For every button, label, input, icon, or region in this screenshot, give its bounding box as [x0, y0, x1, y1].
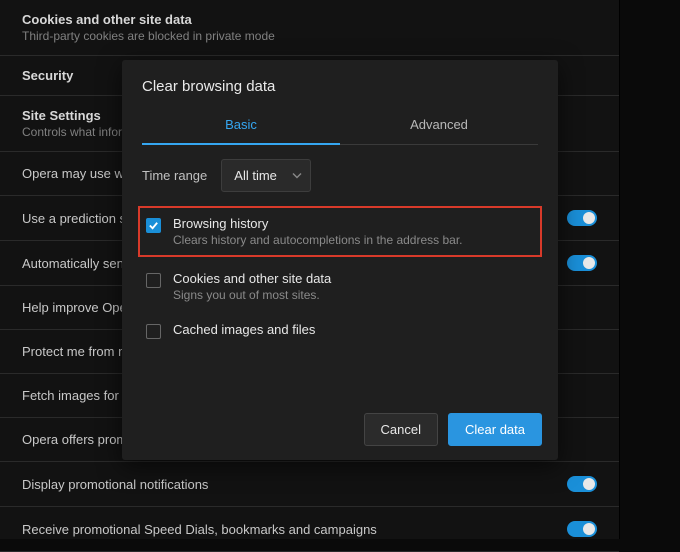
cancel-button[interactable]: Cancel [364, 413, 438, 446]
section-cookies[interactable]: Cookies and other site data Third-party … [0, 0, 619, 56]
dialog-header: Clear browsing data Basic Advanced [122, 60, 558, 145]
option-title: Browsing history [173, 216, 463, 231]
option-description: Clears history and autocompletions in th… [173, 233, 463, 247]
dialog-footer: Cancel Clear data [122, 403, 558, 460]
toggle-switch[interactable] [567, 476, 597, 492]
toggle-knob [583, 478, 595, 490]
clear-option-row[interactable]: Cached images and files [142, 312, 538, 349]
settings-row-label: Opera may use web [22, 166, 138, 181]
checkbox[interactable] [146, 324, 161, 339]
settings-row-label: Opera offers promot [22, 432, 138, 447]
settings-row-label: Use a prediction ser [22, 211, 138, 226]
tab-advanced[interactable]: Advanced [340, 107, 538, 144]
chevron-down-icon [292, 168, 302, 183]
check-icon [148, 220, 159, 231]
option-text: Cookies and other site data Signs you out… [173, 271, 331, 302]
time-range-row: Time range All time [142, 159, 538, 192]
option-text: Cached images and files [173, 322, 315, 339]
option-description: Signs you out of most sites. [173, 288, 331, 302]
toggle-switch[interactable] [567, 210, 597, 226]
checkbox[interactable] [146, 218, 161, 233]
toggle-switch[interactable] [567, 255, 597, 271]
settings-row-label: Receive promotional Speed Dials, bookmar… [22, 522, 377, 537]
tab-basic[interactable]: Basic [142, 107, 340, 144]
time-range-label: Time range [142, 168, 207, 183]
toggle-knob [583, 257, 595, 269]
toggle-knob [583, 212, 595, 224]
settings-row-label: Protect me from ma [22, 344, 136, 359]
checkbox[interactable] [146, 273, 161, 288]
option-text: Browsing history Clears history and autoc… [173, 216, 463, 247]
time-range-select[interactable]: All time [221, 159, 311, 192]
clear-data-button[interactable]: Clear data [448, 413, 542, 446]
clear-option-row[interactable]: Cookies and other site data Signs you out… [142, 261, 538, 312]
dialog-body: Time range All time Browsing history Clea… [122, 145, 558, 403]
clear-option-row[interactable]: Browsing history Clears history and autoc… [138, 206, 542, 257]
toggle-knob [583, 523, 595, 535]
clear-browsing-data-dialog: Clear browsing data Basic Advanced Time … [122, 60, 558, 460]
settings-row-label: Help improve Opera [22, 300, 138, 315]
dialog-tabs: Basic Advanced [142, 107, 538, 145]
settings-row[interactable]: Receive promotional Speed Dials, bookmar… [0, 507, 619, 552]
option-title: Cookies and other site data [173, 271, 331, 286]
section-subtitle: Third-party cookies are blocked in priva… [22, 29, 597, 43]
settings-row-label: Fetch images for su [22, 388, 136, 403]
settings-row[interactable]: Display promotional notifications [0, 462, 619, 507]
toggle-switch[interactable] [567, 521, 597, 537]
settings-row-label: Display promotional notifications [22, 477, 208, 492]
dialog-title: Clear browsing data [142, 78, 538, 95]
option-title: Cached images and files [173, 322, 315, 337]
time-range-value: All time [234, 168, 277, 183]
section-title: Cookies and other site data [22, 12, 597, 27]
